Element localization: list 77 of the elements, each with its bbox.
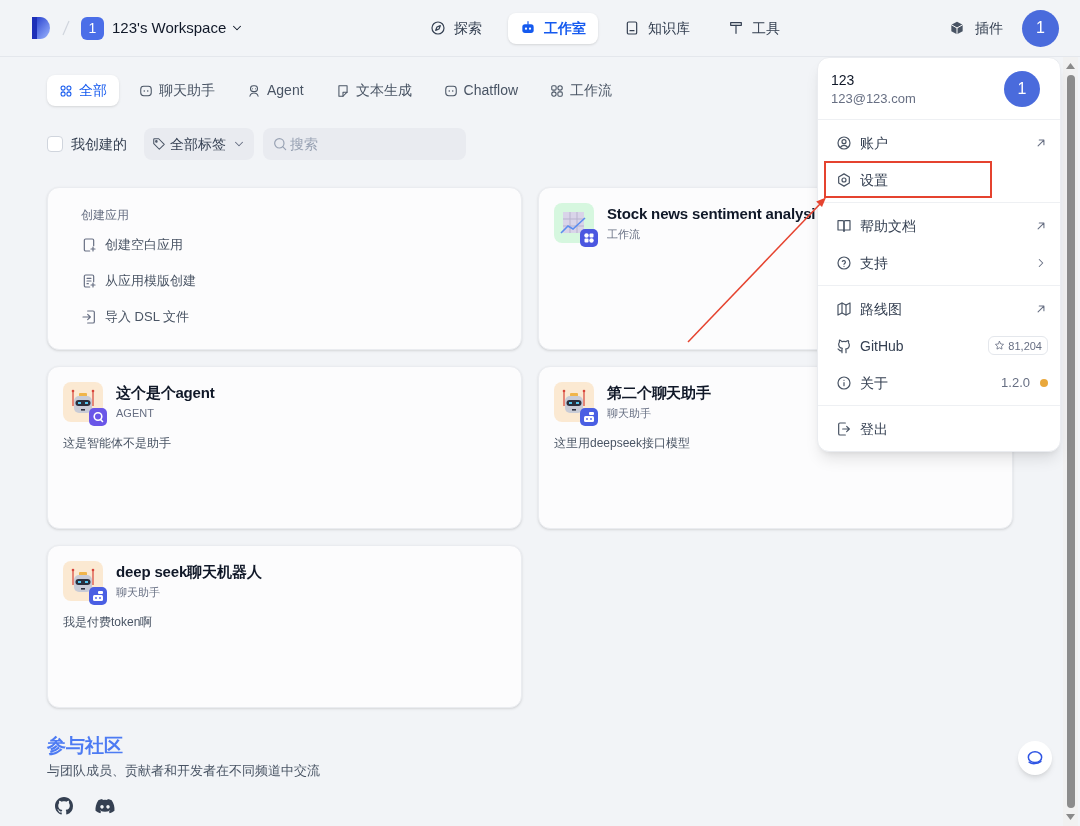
chat-icon <box>443 83 458 98</box>
tag-icon <box>152 137 166 151</box>
file-plus-icon <box>81 237 97 253</box>
user-name: 123 <box>831 70 855 90</box>
checkbox-label: 我创建的 <box>71 134 127 154</box>
robot-head-icon <box>247 83 261 98</box>
filter-tab[interactable]: 文本生成 <box>323 75 424 106</box>
user-avatar: 1 <box>1004 70 1040 107</box>
help-icon <box>836 254 852 271</box>
user-email: 123@123.com <box>831 89 916 108</box>
filter-tab[interactable]: 全部 <box>47 75 119 106</box>
chat-badge-icon <box>580 408 598 426</box>
app-type: 工作流 <box>607 227 640 241</box>
book-icon <box>624 20 640 36</box>
create-action[interactable]: 导入 DSL 文件 <box>81 301 190 333</box>
nodes-badge-icon <box>580 229 598 247</box>
app-name: deep seek聊天机器人 <box>116 562 262 582</box>
hammer-icon <box>728 20 744 36</box>
workspace-switcher[interactable]: 123's Workspace <box>112 16 245 40</box>
workspace-badge: 1 <box>81 16 104 40</box>
slash-separator <box>62 20 70 36</box>
grid-icon <box>59 83 73 98</box>
app-description: 这里用deepseek接口模型 <box>554 435 691 451</box>
tag-select[interactable]: 全部标签 <box>144 128 254 160</box>
compass-icon <box>430 20 446 36</box>
app-description: 这是智能体不是助手 <box>63 435 171 451</box>
nav-tab[interactable]: 工具 <box>716 12 792 44</box>
filter-tab[interactable]: 工作流 <box>538 75 625 106</box>
create-action[interactable]: 创建空白应用 <box>81 229 183 261</box>
checkbox[interactable] <box>47 136 63 152</box>
note-icon <box>335 83 350 98</box>
chat-icon <box>139 83 153 98</box>
settings-icon <box>836 171 852 188</box>
community-title: 参与社区 <box>47 734 123 758</box>
logout-icon <box>836 420 852 437</box>
star-icon <box>994 340 1006 351</box>
community-subtitle: 与团队成员、贡献者和开发者在不同频道中交流 <box>47 762 320 780</box>
nodes-icon <box>550 83 565 98</box>
document-plus-icon <box>81 273 97 289</box>
nav-tab[interactable]: 工作室 <box>508 12 598 44</box>
user-circle-icon <box>836 134 852 151</box>
app-type: 聊天助手 <box>607 406 651 420</box>
import-icon <box>81 309 97 325</box>
agent-badge-icon <box>89 408 107 426</box>
app-card[interactable]: 这个是个agent AGENT 这是智能体不是助手 <box>47 366 522 529</box>
scrollbar-thumb[interactable] <box>1066 75 1075 808</box>
filter-tab[interactable]: Agent <box>235 75 316 106</box>
scroll-down-icon[interactable] <box>1066 814 1075 820</box>
robot-icon <box>520 20 536 36</box>
assistant-float-button[interactable] <box>1018 741 1052 775</box>
github-icon[interactable] <box>55 797 73 815</box>
app-name: 这个是个agent <box>116 383 215 403</box>
avatar-button[interactable]: 1 <box>1022 9 1059 47</box>
nav-tab[interactable]: 探索 <box>418 12 494 44</box>
app-type: AGENT <box>116 406 154 420</box>
filter-tab[interactable]: 聊天助手 <box>127 75 227 106</box>
plugins-button[interactable]: 插件 <box>949 17 1003 39</box>
create-action[interactable]: 从应用模版创建 <box>81 265 196 297</box>
app-name: 第二个聊天助手 <box>607 383 711 403</box>
chat-badge-icon <box>89 587 107 605</box>
logo-icon[interactable] <box>32 17 50 39</box>
scroll-up-icon[interactable] <box>1066 63 1075 69</box>
app-card[interactable]: deep seek聊天机器人 聊天助手 我是付费token啊 <box>47 545 522 708</box>
cube-icon <box>949 20 965 36</box>
book-open-icon <box>836 217 852 234</box>
menu-item[interactable]: 账户 <box>823 124 1057 161</box>
search-field[interactable]: 搜索 <box>263 128 466 160</box>
app-description: 我是付费token啊 <box>63 614 153 630</box>
nav-tab[interactable]: 知识库 <box>612 12 702 44</box>
info-icon <box>836 374 852 391</box>
card-heading: 创建应用 <box>81 207 129 223</box>
search-icon <box>272 136 288 152</box>
discord-icon[interactable] <box>95 798 115 814</box>
app-type: 聊天助手 <box>116 585 160 599</box>
filter-tab[interactable]: Chatflow <box>431 75 531 106</box>
github-icon <box>836 337 852 354</box>
map-icon <box>836 300 852 317</box>
